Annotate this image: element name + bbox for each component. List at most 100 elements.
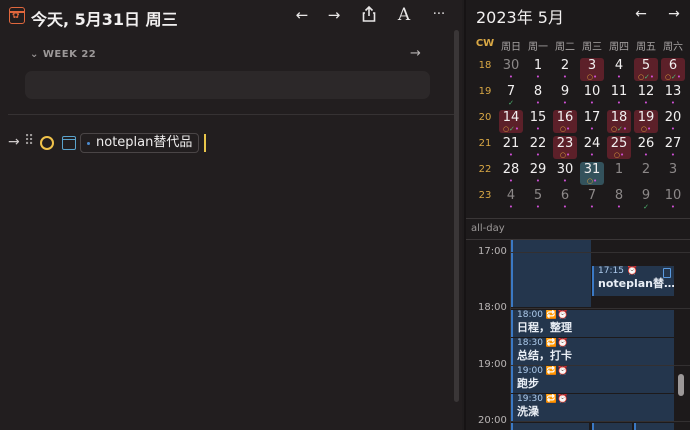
calendar-day[interactable]: 7 • <box>580 188 604 211</box>
calendar-day[interactable]: 12 • <box>634 84 658 107</box>
day-indicators: ○✓• <box>637 73 655 81</box>
day-indicators: • <box>535 203 541 211</box>
calendar-week-number[interactable]: 22 <box>474 164 496 175</box>
calendar-day[interactable]: 20 • <box>661 110 685 133</box>
all-day-label: all-day <box>471 223 505 234</box>
calendar-week-number[interactable]: 23 <box>474 190 496 201</box>
calendar-event[interactable]: 19:30 🔁⏰ 洗澡 <box>511 394 674 421</box>
drag-handle-icon[interactable]: ⠿ <box>24 133 34 149</box>
calendar-day[interactable]: 3 ○• <box>580 58 604 81</box>
calendar-day[interactable]: 23 ○• <box>553 136 577 159</box>
calendar-week-number[interactable]: 21 <box>474 138 496 149</box>
day-indicators: ○✓• <box>610 125 628 133</box>
calendar-day[interactable]: 10 • <box>580 84 604 107</box>
calendar-day[interactable]: 28 • <box>499 162 523 185</box>
calendar-day[interactable]: 21 • <box>499 136 523 159</box>
day-indicators: ○• <box>559 125 571 133</box>
calendar-day[interactable]: 4 • <box>607 58 631 81</box>
arrow-right-icon[interactable]: → <box>323 5 345 27</box>
calendar-week-number[interactable]: 20 <box>474 112 496 123</box>
day-number: 25 <box>610 136 628 151</box>
calendar-week-number[interactable]: 19 <box>474 86 496 97</box>
calendar-day[interactable]: 15 • <box>526 110 550 133</box>
calendar-event[interactable] <box>511 423 589 430</box>
calendar-star-icon[interactable]: ✿ <box>9 7 25 24</box>
arrow-left-icon[interactable]: ← <box>291 5 313 27</box>
calendar-day[interactable]: 3 <box>661 162 685 185</box>
calendar-day[interactable]: 24 • <box>580 136 604 159</box>
day-indicators: • <box>535 73 541 81</box>
calendar-day[interactable]: 6 • <box>553 188 577 211</box>
weekday-header: 周三 <box>582 42 602 53</box>
calendar-day[interactable]: 7 ✓ <box>499 84 523 107</box>
calendar-day[interactable]: 5 • <box>526 188 550 211</box>
day-number: 22 <box>529 136 547 151</box>
calendar-day[interactable]: 14 ○✓• <box>499 110 523 133</box>
day-number: 10 <box>583 84 601 99</box>
calendar-day[interactable]: 10 • <box>661 188 685 211</box>
font-icon[interactable]: A <box>393 5 415 27</box>
calendar-day[interactable]: 5 ○✓• <box>634 58 658 81</box>
calendar-week-number[interactable]: 18 <box>474 60 496 71</box>
calendar-day[interactable]: 26 • <box>634 136 658 159</box>
calendar-day[interactable]: 18 ○✓• <box>607 110 631 133</box>
day-number: 12 <box>637 84 655 99</box>
calendar-day[interactable]: 22 • <box>526 136 550 159</box>
day-number: 8 <box>614 188 624 203</box>
calendar-day[interactable]: 9 ✓ <box>634 188 658 211</box>
calendar-day[interactable]: 8 • <box>607 188 631 211</box>
weekday-header: 周四 <box>609 42 629 53</box>
task-checkbox[interactable] <box>40 136 54 150</box>
calendar-day[interactable]: 31 ○• <box>580 162 604 185</box>
month-title: 2023年 5月 <box>476 8 564 27</box>
calendar-day[interactable]: 25 ○• <box>607 136 631 159</box>
calendar-event[interactable] <box>592 423 632 430</box>
day-indicators: • <box>562 177 568 185</box>
calendar-day[interactable]: 30 • <box>499 58 523 81</box>
calendar-icon[interactable] <box>62 136 76 150</box>
week-open-arrow-icon[interactable]: → <box>410 46 421 61</box>
calendar-day[interactable]: 6 ○✓• <box>661 58 685 81</box>
calendar-day[interactable]: 13 • <box>661 84 685 107</box>
calendar-event[interactable] <box>634 423 674 430</box>
calendar-day[interactable]: 19 ○• <box>634 110 658 133</box>
weekday-header: 周日 <box>501 42 521 53</box>
calendar-day[interactable]: 8 • <box>526 84 550 107</box>
next-month-icon[interactable]: → <box>663 4 685 26</box>
calendar-day[interactable]: 27 • <box>661 136 685 159</box>
event-slot[interactable] <box>511 240 591 307</box>
day-indicators: • <box>562 73 568 81</box>
task-text[interactable]: noteplan替代品 <box>80 133 200 153</box>
calendar-day[interactable]: 17 • <box>580 110 604 133</box>
day-number: 29 <box>529 162 547 177</box>
calendar-day[interactable]: 9 • <box>553 84 577 107</box>
timeline-scrollbar[interactable] <box>678 374 684 396</box>
calendar-day[interactable]: 1 • <box>526 58 550 81</box>
chevron-down-icon[interactable]: ⌄ <box>30 49 39 60</box>
hour-line <box>510 421 690 422</box>
more-icon[interactable]: ··· <box>428 5 450 27</box>
calendar-day[interactable]: 11 • <box>607 84 631 107</box>
calendar-event[interactable]: 18:00 🔁⏰ 日程，整理 <box>511 310 674 337</box>
share-icon[interactable] <box>358 5 380 27</box>
week-section-header[interactable]: ⌄ WEEK 22 <box>30 49 96 60</box>
day-number: 21 <box>502 136 520 151</box>
calendar-day[interactable]: 30 • <box>553 162 577 185</box>
calendar-day[interactable]: 29 • <box>526 162 550 185</box>
prev-month-icon[interactable]: ← <box>630 4 652 26</box>
calendar-day[interactable]: 1 <box>607 162 631 185</box>
calendar-event[interactable]: 17:15 ⏰ noteplan替… <box>592 266 674 296</box>
scrollbar[interactable] <box>454 30 459 402</box>
calendar-day[interactable]: 16 ○• <box>553 110 577 133</box>
calendar-day[interactable]: 2 <box>634 162 658 185</box>
calendar-event[interactable]: 19:00 🔁⏰ 跑步 <box>511 366 674 393</box>
event-time: 18:00 🔁⏰ <box>517 310 569 320</box>
calendar-event[interactable]: 18:30 🔁⏰ 总结，打卡 <box>511 338 674 365</box>
task-row[interactable]: → ⠿ noteplan替代品 <box>8 133 458 155</box>
calendar-day[interactable]: 2 • <box>553 58 577 81</box>
week-note-box[interactable] <box>25 71 430 99</box>
event-time: 19:30 🔁⏰ <box>517 394 569 404</box>
calendar-day[interactable]: 4 • <box>499 188 523 211</box>
weekday-header-row: CW 周日 周一 周二 周三 周四 周五 周六 <box>472 38 690 53</box>
all-day-row: all-day <box>466 218 690 240</box>
